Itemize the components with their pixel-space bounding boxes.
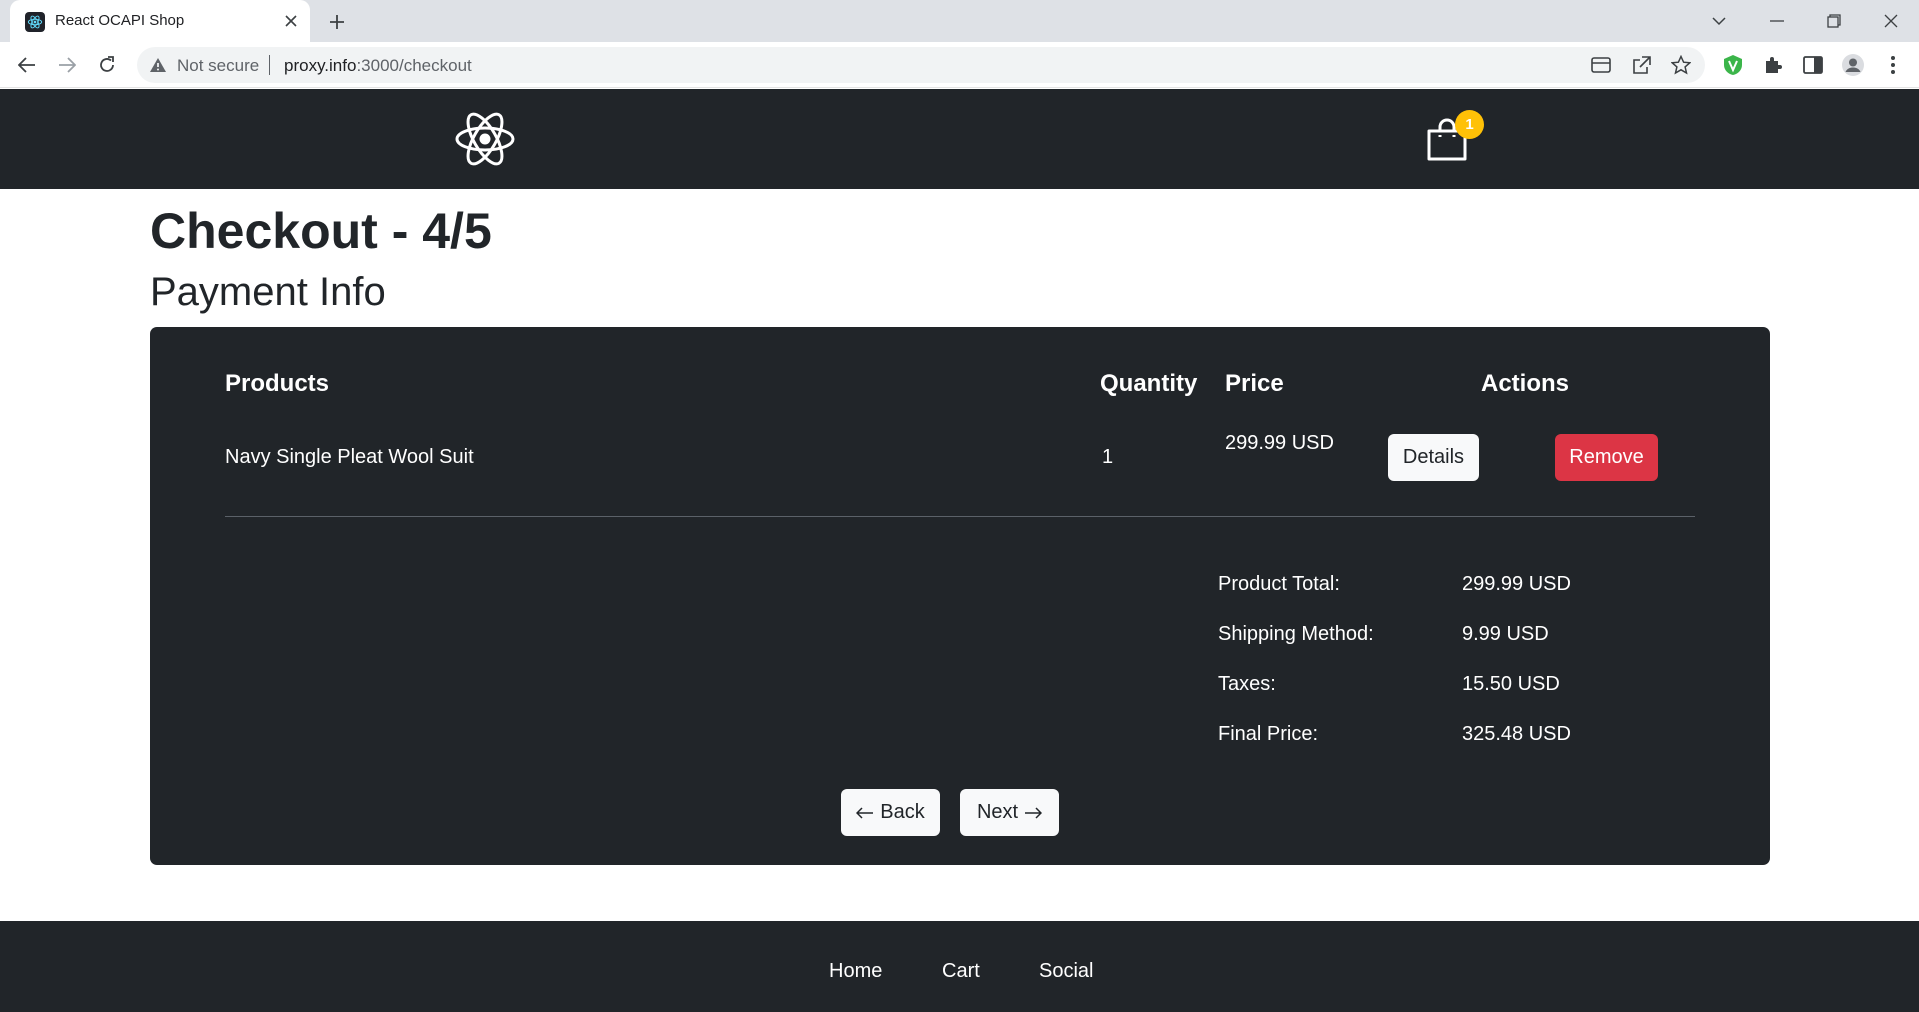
price-column-header: Price [1225,370,1284,397]
product-total-value: 299.99 USD [1462,573,1571,595]
shipping-method-label: Shipping Method: [1218,623,1374,645]
product-price: 299.99 USD [1225,432,1334,454]
new-tab-plus-icon[interactable] [325,10,349,34]
shipping-method-value: 9.99 USD [1462,623,1549,645]
warning-triangle-icon[interactable] [149,56,167,74]
side-panel-icon[interactable] [1801,53,1825,77]
site-footer: Home Cart Social [0,921,1919,1012]
next-button[interactable]: Next [960,789,1059,836]
extension-shield-icon[interactable] [1721,53,1745,77]
tab-title: React OCAPI Shop [55,12,185,29]
tab-close-icon[interactable] [280,10,302,32]
browser-tab[interactable]: React OCAPI Shop [10,0,310,42]
back-button[interactable]: Back [841,789,940,836]
section-title: Payment Info [150,270,386,314]
footer-link-social[interactable]: Social [1039,960,1093,983]
product-total-label: Product Total: [1218,573,1340,595]
restore-icon[interactable] [1820,8,1848,34]
actions-column-header: Actions [1481,370,1570,397]
browser-tab-bar: React OCAPI Shop [0,0,1919,42]
arrow-left-icon [856,806,874,819]
url-host: proxy.info [284,56,357,75]
page-title: Checkout - 4/5 [150,203,492,259]
back-button-label: Back [880,801,925,823]
extensions-puzzle-icon[interactable] [1761,53,1785,77]
bookmark-star-icon[interactable] [1669,53,1693,77]
tab-search-chevron-icon[interactable] [1705,8,1733,34]
arrow-right-icon [1025,806,1043,819]
url-path: :3000/checkout [356,56,472,75]
cart-count-badge[interactable]: 1 [1455,110,1484,139]
address-separator [269,55,270,75]
browser-menu-kebab-icon[interactable] [1881,53,1905,77]
minimize-icon[interactable] [1763,8,1791,34]
react-logo-icon[interactable] [454,109,516,169]
share-icon[interactable] [1629,53,1653,77]
security-status-label[interactable]: Not secure [177,56,259,76]
details-button[interactable]: Details [1388,434,1479,481]
taxes-label: Taxes: [1218,673,1276,695]
url-text[interactable]: proxy.info:3000/checkout [284,56,472,76]
profile-avatar-icon[interactable] [1841,53,1865,77]
next-button-label: Next [976,801,1019,823]
footer-link-cart[interactable]: Cart [942,960,980,983]
remove-button[interactable]: Remove [1555,434,1658,481]
site-header: 1 [0,89,1919,189]
product-quantity: 1 [1102,446,1114,468]
table-divider [225,516,1695,517]
browser-toolbar: Not secure proxy.info:3000/checkout [0,42,1919,88]
checkout-card: Products Quantity Price Actions Navy Sin… [150,327,1770,865]
final-price-value: 325.48 USD [1462,723,1571,745]
taxes-value: 15.50 USD [1462,673,1560,695]
reader-mode-icon[interactable] [1589,53,1613,77]
final-price-label: Final Price: [1218,723,1319,745]
address-bar[interactable]: Not secure proxy.info:3000/checkout [137,47,1705,83]
react-favicon-icon [25,12,45,32]
products-column-header: Products [225,370,330,397]
forward-arrow-icon[interactable] [53,51,81,79]
quantity-column-header: Quantity [1100,370,1198,397]
close-window-icon[interactable] [1877,8,1905,34]
reload-icon[interactable] [93,51,121,79]
back-arrow-icon[interactable] [13,51,41,79]
product-name: Navy Single Pleat Wool Suit [225,446,474,468]
footer-link-home[interactable]: Home [829,960,882,983]
